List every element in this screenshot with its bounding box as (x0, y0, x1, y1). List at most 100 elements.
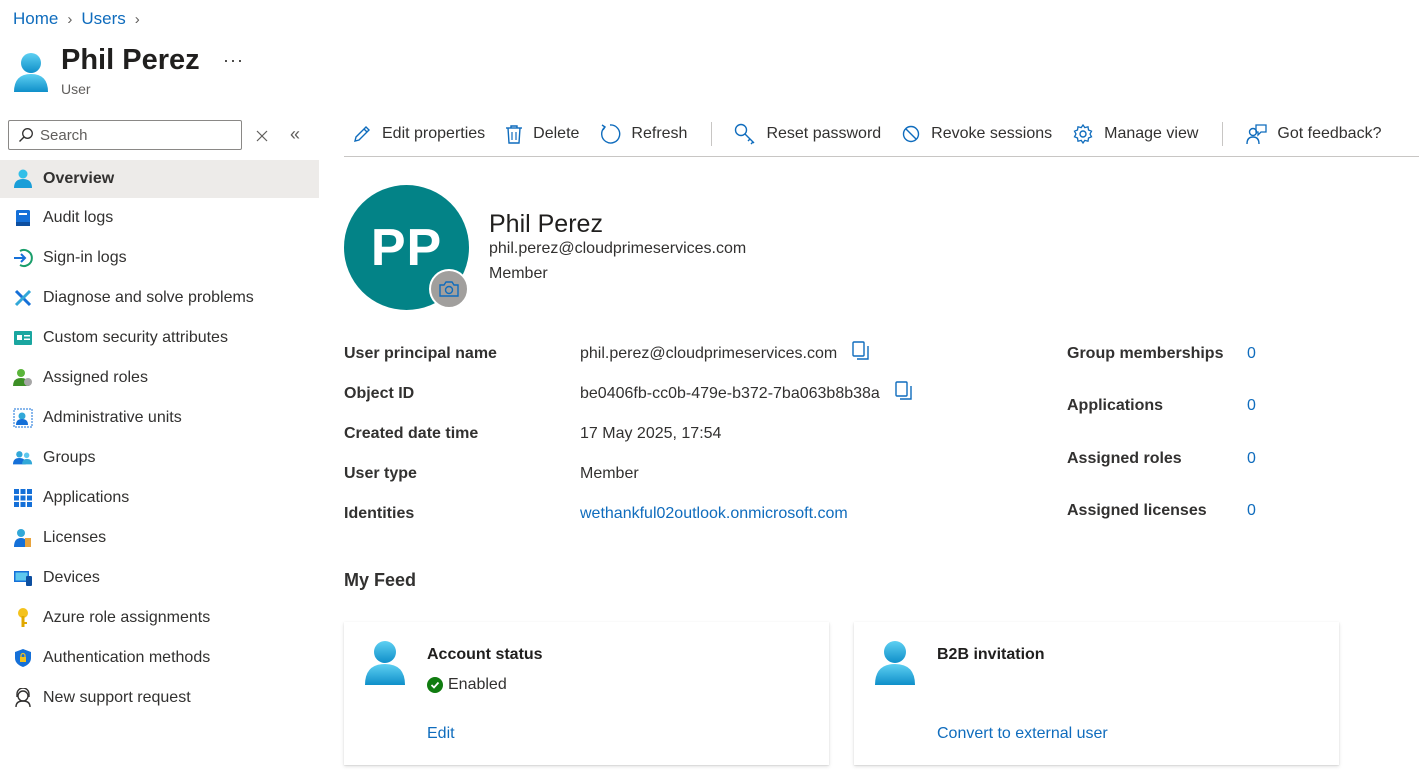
sidebar-item-groups[interactable]: Groups (0, 438, 319, 478)
stat-group-memberships: Group memberships 0 (1067, 343, 1256, 365)
trash-icon (506, 125, 523, 144)
property-row-identities: Identities wethankful02outlook.onmicroso… (344, 503, 848, 525)
collapse-sidebar-icon[interactable]: « (290, 124, 300, 145)
property-value: be0406fb-cc0b-479e-b372-7ba063b8b38a (580, 385, 880, 402)
manage-view-label: Manage view (1104, 125, 1199, 142)
stat-assigned-licenses: Assigned licenses 0 (1067, 500, 1256, 522)
b2b-invitation-title: B2B invitation (937, 646, 1045, 663)
feedback-label: Got feedback? (1277, 125, 1382, 142)
property-label: Created date time (344, 425, 479, 442)
refresh-label: Refresh (631, 125, 688, 142)
stat-label: Assigned roles (1067, 450, 1182, 467)
sidebar-search-input[interactable] (40, 126, 230, 144)
more-options-button[interactable]: ··· (223, 50, 244, 71)
property-label: Identities (344, 505, 415, 522)
copy-icon[interactable] (894, 380, 914, 402)
sign-in-icon (13, 248, 33, 268)
search-icon (19, 128, 33, 142)
account-status-title: Account status (427, 646, 543, 663)
sidebar-item-label: Azure role assignments (43, 609, 211, 626)
shield-icon (13, 648, 33, 668)
breadcrumb: Home › Users › (13, 9, 149, 29)
stat-label: Group memberships (1067, 345, 1224, 362)
sidebar-item-label: Assigned roles (43, 369, 148, 386)
support-icon (13, 688, 33, 708)
property-label: User type (344, 465, 417, 482)
page-title: Phil Perez (61, 44, 200, 76)
account-status-value: Enabled (427, 676, 507, 694)
pencil-icon (354, 126, 370, 142)
check-circle-icon (427, 677, 443, 693)
stat-value-link[interactable]: 0 (1247, 502, 1256, 520)
feedback-icon (1246, 124, 1268, 145)
sidebar-item-overview[interactable]: Overview (0, 160, 319, 198)
revoke-sessions-label: Revoke sessions (931, 125, 1053, 142)
wrench-icon (13, 288, 33, 308)
revoke-sessions-button[interactable]: Revoke sessions (901, 124, 1052, 144)
convert-to-external-user-link[interactable]: Convert to external user (937, 725, 1108, 743)
sidebar-item-label: New support request (43, 689, 191, 706)
reset-password-button[interactable]: Reset password (734, 123, 881, 145)
sidebar-item-label: Authentication methods (43, 649, 211, 666)
sidebar-item-label: Devices (43, 569, 100, 586)
sidebar-item-licenses[interactable]: Licenses (0, 518, 319, 558)
breadcrumb-home[interactable]: Home (13, 9, 58, 29)
sidebar-item-azure-role-assignments[interactable]: Azure role assignments (0, 598, 319, 638)
sidebar-item-new-support-request[interactable]: New support request (0, 678, 319, 718)
property-value: phil.perez@cloudprimeservices.com (580, 345, 838, 362)
sidebar-item-label: Overview (43, 170, 115, 187)
stat-label: Applications (1067, 397, 1164, 414)
command-bar: Edit properties Delete Refresh Reset pas… (344, 112, 1419, 157)
licenses-icon (13, 528, 33, 548)
sidebar-item-devices[interactable]: Devices (0, 558, 319, 598)
property-value: Member (580, 465, 639, 482)
edit-properties-label: Edit properties (382, 125, 486, 142)
property-label: User principal name (344, 345, 497, 362)
audit-log-icon (13, 208, 33, 228)
gear-icon (1073, 123, 1093, 145)
sidebar-item-label: Diagnose and solve problems (43, 289, 254, 306)
stat-applications: Applications 0 (1067, 395, 1256, 417)
user-icon (14, 53, 48, 92)
sidebar-item-applications[interactable]: Applications (0, 478, 319, 518)
copy-icon[interactable] (851, 340, 871, 362)
stat-assigned-roles: Assigned roles 0 (1067, 448, 1256, 470)
toolbar-divider (711, 122, 713, 146)
sidebar-item-label: Audit logs (43, 209, 114, 226)
edit-account-status-link[interactable]: Edit (427, 725, 455, 743)
sidebar-item-assigned-roles[interactable]: Assigned roles (0, 358, 319, 398)
feedback-button[interactable]: Got feedback? (1245, 123, 1381, 145)
applications-grid-icon (13, 488, 33, 508)
sidebar-item-diagnose[interactable]: Diagnose and solve problems (0, 278, 319, 318)
sidebar-item-audit-logs[interactable]: Audit logs (0, 198, 319, 238)
user-icon (13, 169, 33, 189)
stat-value-link[interactable]: 0 (1247, 450, 1256, 468)
user-icon (875, 641, 915, 685)
refresh-button[interactable]: Refresh (599, 123, 687, 145)
sidebar-item-custom-security-attributes[interactable]: Custom security attributes (0, 318, 319, 358)
profile-email: phil.perez@cloudprimeservices.com (489, 240, 747, 257)
property-row-created: Created date time 17 May 2025, 17:54 (344, 423, 721, 445)
breadcrumb-users[interactable]: Users (81, 9, 125, 29)
chevron-right-icon: › (67, 10, 73, 28)
toolbar-divider (1222, 122, 1224, 146)
edit-properties-button[interactable]: Edit properties (352, 124, 485, 144)
assigned-roles-icon (13, 368, 33, 388)
property-row-user-type: User type Member (344, 463, 639, 485)
profile-name: Phil Perez (489, 210, 603, 238)
sidebar-item-label: Applications (43, 489, 130, 506)
property-value: 17 May 2025, 17:54 (580, 425, 722, 442)
property-row-object-id: Object ID be0406fb-cc0b-479e-b372-7ba063… (344, 380, 914, 405)
change-photo-button[interactable] (429, 269, 469, 309)
sidebar-item-label: Licenses (43, 529, 107, 546)
profile-avatar: PP (344, 185, 469, 310)
manage-view-button[interactable]: Manage view (1072, 123, 1198, 145)
stat-value-link[interactable]: 0 (1247, 345, 1256, 363)
identities-link[interactable]: wethankful02outlook.onmicrosoft.com (580, 505, 848, 523)
delete-button[interactable]: Delete (505, 124, 579, 144)
sidebar-item-authentication-methods[interactable]: Authentication methods (0, 638, 319, 678)
stat-value-link[interactable]: 0 (1247, 397, 1256, 415)
sidebar-item-administrative-units[interactable]: Administrative units (0, 398, 319, 438)
sidebar-item-sign-in-logs[interactable]: Sign-in logs (0, 238, 319, 278)
close-icon[interactable] (255, 126, 269, 144)
